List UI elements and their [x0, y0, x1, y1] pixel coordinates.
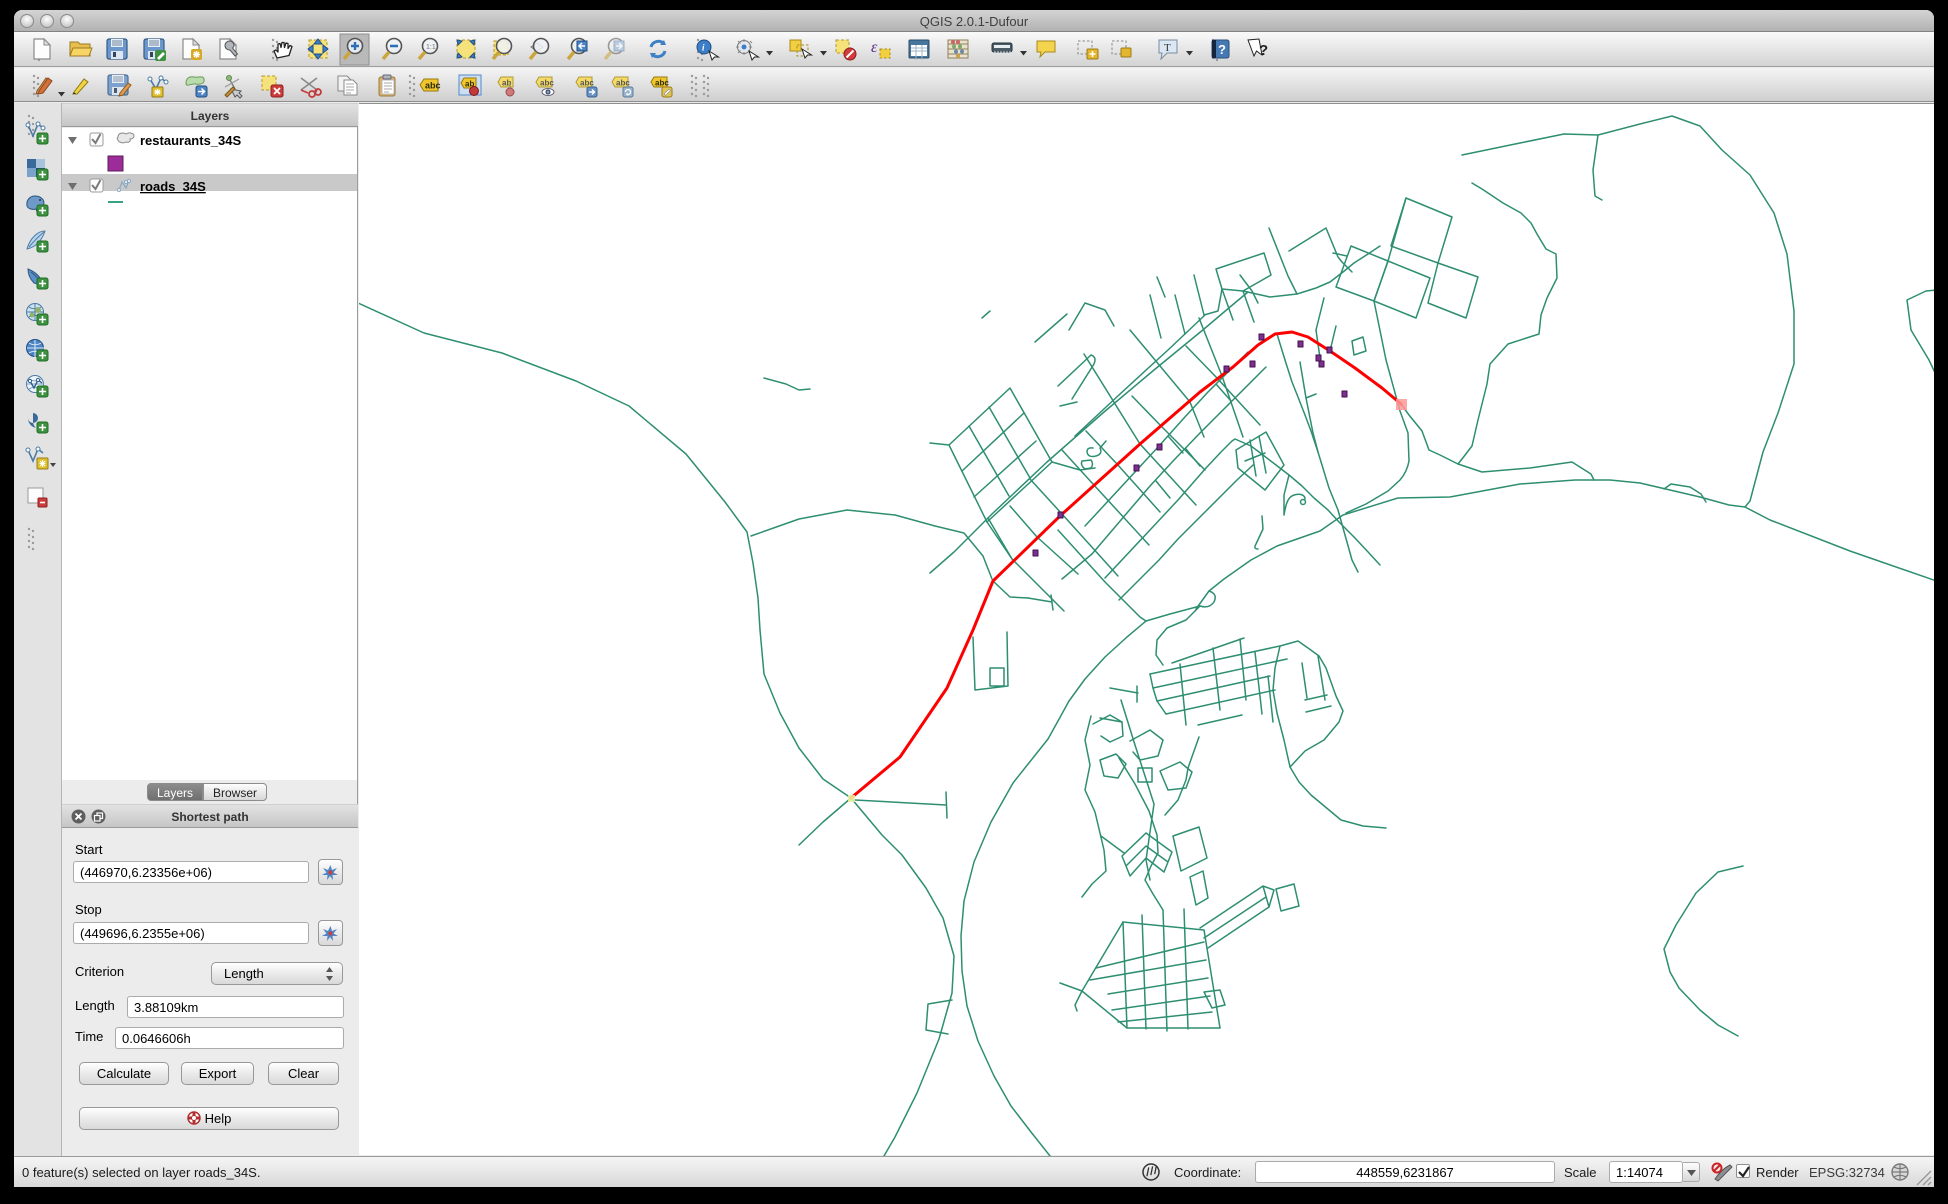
svg-text:abc: abc: [655, 79, 669, 88]
svg-text:restaurants_34S: restaurants_34S: [140, 133, 241, 148]
svg-text:abc: abc: [540, 79, 554, 88]
svg-text:roads_34S: roads_34S: [140, 179, 206, 194]
svg-text:abc: abc: [616, 79, 630, 88]
svg-text:1:1: 1:1: [426, 44, 436, 51]
svg-text:T: T: [1164, 42, 1171, 54]
svg-text:abc: abc: [425, 81, 441, 91]
svg-text:?: ?: [1259, 42, 1268, 59]
svg-text:ε: ε: [871, 39, 878, 56]
svg-text:abc: abc: [580, 79, 594, 88]
svg-text:?: ?: [1218, 42, 1226, 57]
